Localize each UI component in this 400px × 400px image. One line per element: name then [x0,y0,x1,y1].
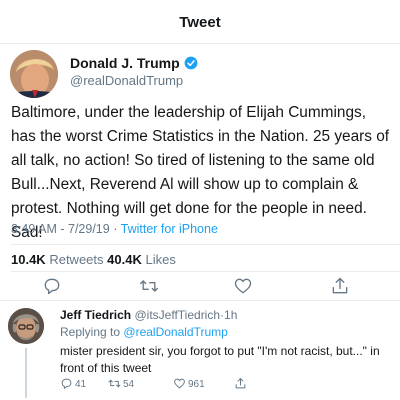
replying-to-link[interactable]: @realDonaldTrump [123,325,227,339]
reply-tweet[interactable]: Jeff Tiedrich @itsJeffTiedrich·1h Replyi… [0,300,400,400]
retweets-count: 10.4K [11,252,46,267]
author-name[interactable]: Donald J. Trump [70,55,198,71]
divider [11,271,400,272]
reply-like-action[interactable]: 961 [173,377,205,390]
retweet-icon[interactable] [139,276,159,296]
reply-like-count: 961 [188,379,205,390]
reply-actions: 41 54 961 [60,377,390,393]
avatar[interactable] [10,50,58,98]
reply-icon[interactable] [42,276,62,296]
reply-share-action[interactable] [234,377,249,390]
retweets-label: Retweets [49,252,104,267]
share-icon [235,378,246,389]
tweet-source-link[interactable]: Twitter for iPhone [121,222,218,236]
tweet-actions [0,276,400,298]
reply-avatar-image [8,308,44,344]
author-handle[interactable]: @realDonaldTrump [70,73,183,88]
reply-age: 1h [224,308,238,322]
tweet-time: 3:49 AM [11,222,57,236]
reply-avatar[interactable] [8,308,44,344]
author-name-text[interactable]: Donald J. Trump [70,55,180,71]
retweet-icon [108,379,121,388]
reply-reply-count: 41 [75,379,87,390]
likes-label: Likes [145,252,176,267]
replying-to: Replying to @realDonaldTrump [60,325,228,339]
reply-retweet-action[interactable]: 54 [108,377,134,390]
top-bar: Tweet [0,0,400,44]
reply-icon [61,378,72,389]
tweet-meta: 3:49 AM - 7/29/19 · Twitter for iPhone [11,222,218,236]
avatar-image [10,50,58,98]
reply-retweet-count: 54 [123,379,135,390]
tweet-author[interactable]: Donald J. Trump @realDonaldTrump [10,50,390,100]
heart-icon [174,378,185,389]
reply-text: mister president sir, you forgot to put … [60,344,380,375]
verified-badge-icon [184,56,198,70]
thread-line [25,348,27,398]
tweet-stats: 10.4K Retweets 40.4K Likes [11,252,176,267]
likes-count: 40.4K [107,252,142,267]
likes-stat[interactable]: 40.4K Likes [107,252,176,267]
retweets-stat[interactable]: 10.4K Retweets [11,252,104,267]
reply-header: Jeff Tiedrich @itsJeffTiedrich·1h [60,308,237,322]
share-icon[interactable] [330,276,350,296]
divider [11,244,400,245]
reply-reply-action[interactable]: 41 [60,377,86,390]
replying-to-label: Replying to [60,325,121,339]
meta-separator: · [113,222,118,236]
reply-author-name[interactable]: Jeff Tiedrich [60,308,131,322]
heart-icon[interactable] [233,276,253,296]
tweet-date: 7/29/19 [68,222,110,236]
reply-author-handle[interactable]: @itsJeffTiedrich [134,308,220,322]
page-title: Tweet [179,14,221,31]
